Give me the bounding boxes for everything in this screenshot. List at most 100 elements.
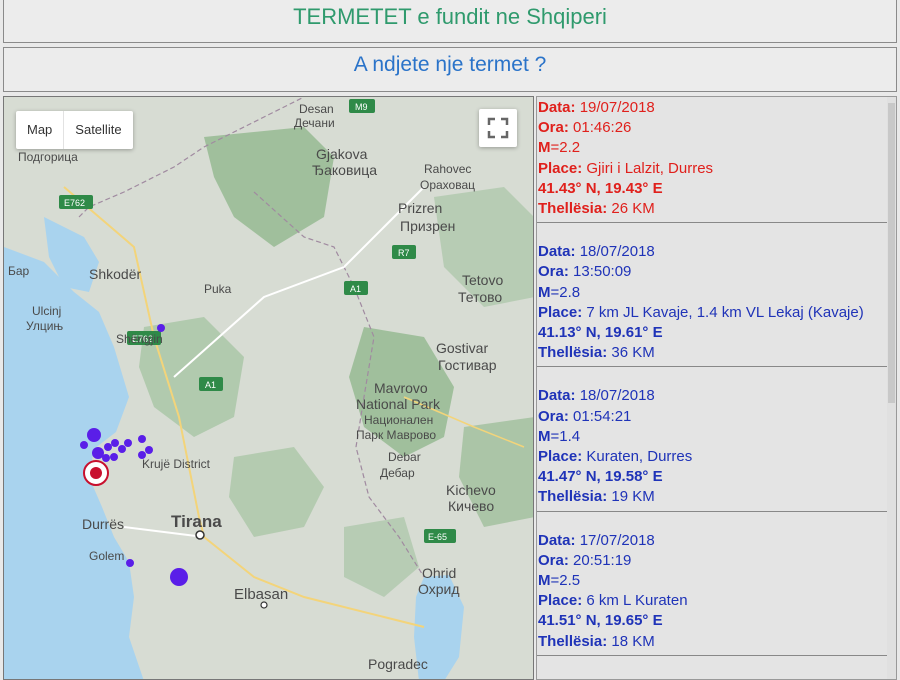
earthquake-map[interactable]: M9 E762 E762 R7 A1 A1 E-65 Desan Дечани … (3, 96, 534, 680)
earthquake-marker[interactable] (102, 454, 110, 462)
map-label: Gostivar (436, 340, 488, 356)
earthquake-list[interactable]: Data: 19/07/2018 Ora: 01:46:26 M=2.2 Place:… (536, 96, 897, 680)
road-shield-e762: E762 (59, 195, 93, 209)
earthquake-marker[interactable] (138, 451, 146, 459)
map-canvas[interactable]: M9 E762 E762 R7 A1 A1 E-65 Desan Дечани … (4, 97, 534, 680)
date-value: 18/07/2018 (579, 387, 655, 405)
coordinates: 41.51° N, 19.65° E (538, 612, 663, 630)
earthquake-marker[interactable] (170, 568, 188, 586)
map-label: Shkodër (89, 266, 141, 282)
earthquake-marker[interactable] (111, 439, 119, 447)
map-label: Kichevo (446, 482, 496, 498)
place-value: 6 km L Kuraten (586, 592, 688, 610)
depth-label: Thellësia: (538, 344, 608, 362)
map-label: Бар (8, 264, 30, 278)
map-label: Pogradec (368, 656, 428, 672)
earthquake-entry[interactable]: Data: 19/07/2018 Ora: 01:46:26 M=2.2 Place:… (537, 97, 896, 224)
fullscreen-button[interactable] (479, 109, 517, 147)
time-label: Ora: (538, 263, 569, 281)
depth-label: Thellësia: (538, 200, 608, 218)
date-label: Data: (538, 387, 576, 405)
map-label: Кичево (448, 498, 494, 514)
magnitude-label: M (538, 572, 551, 590)
map-label: Охрид (418, 581, 460, 597)
earthquake-marker[interactable] (87, 428, 101, 442)
map-label: Tetovo (462, 272, 503, 288)
earthquake-entry[interactable]: Data: 17/07/2018 Ora: 20:51:19 M=2.5 Place:… (537, 530, 896, 656)
coordinates: 41.47° N, 19.58° E (538, 468, 663, 486)
map-label: Парк Маврово (356, 428, 436, 442)
map-label: Durrës (82, 516, 124, 532)
earthquake-entry[interactable]: Data: 18/07/2018 Ora: 13:50:09 M=2.8 Place:… (537, 241, 896, 368)
magnitude-label: M (538, 139, 551, 157)
latest-earthquake-marker[interactable] (83, 460, 109, 486)
date-label: Data: (538, 243, 576, 261)
map-label: Desan (299, 102, 334, 116)
map-label: Rahovec (424, 162, 471, 176)
map-label: Призрен (400, 218, 455, 234)
svg-text:R7: R7 (398, 248, 410, 258)
map-type-satellite-button[interactable]: Satellite (64, 111, 132, 149)
road-shield-e65: E-65 (424, 529, 456, 543)
earthquake-marker[interactable] (124, 439, 132, 447)
earthquake-marker[interactable] (157, 324, 165, 332)
report-quake-bar[interactable]: A ndjete nje termet ? (3, 47, 897, 92)
report-quake-link[interactable]: A ndjete nje termet ? (4, 48, 896, 82)
map-label: Puka (204, 282, 232, 296)
date-value: 18/07/2018 (579, 243, 655, 261)
road-shield-a1: A1 (344, 281, 368, 295)
time-value: 13:50:09 (573, 263, 632, 281)
map-label: Дебар (380, 466, 415, 480)
date-label: Data: (538, 531, 576, 549)
map-type-toggle[interactable]: Map Satellite (16, 111, 133, 149)
coordinates: 41.13° N, 19.61° E (538, 324, 663, 342)
scrollbar[interactable] (887, 97, 896, 679)
earthquake-marker[interactable] (80, 441, 88, 449)
time-value: 01:54:21 (573, 407, 632, 425)
magnitude-label: M (538, 427, 551, 445)
svg-text:A1: A1 (205, 380, 216, 390)
earthquake-marker[interactable] (118, 445, 126, 453)
svg-text:M9: M9 (355, 102, 368, 112)
place-value: Kuraten, Durres (586, 448, 693, 466)
magnitude-label: M (538, 283, 551, 301)
map-label: Tirana (171, 512, 222, 531)
magnitude-value: =2.2 (550, 139, 581, 157)
place-value: 7 km JL Kavaje, 1.4 km VL Lekaj (Kavaje) (586, 303, 864, 321)
map-label: Golem (89, 549, 124, 563)
place-label: Place: (538, 303, 583, 321)
place-value: Gjiri i Lalzit, Durres (586, 159, 714, 177)
map-label: Gjakova (316, 146, 368, 162)
time-label: Ora: (538, 407, 569, 425)
scrollbar-thumb[interactable] (888, 103, 895, 403)
header-title-bar: TERMETET e fundit ne Shqiperi (3, 0, 897, 43)
date-value: 17/07/2018 (579, 531, 655, 549)
depth-label: Thellësia: (538, 488, 608, 506)
earthquake-marker[interactable] (104, 443, 112, 451)
map-label: Национален (364, 413, 433, 427)
time-value: 20:51:19 (573, 551, 632, 569)
place-label: Place: (538, 159, 583, 177)
earthquake-marker[interactable] (145, 446, 153, 454)
date-value: 19/07/2018 (579, 99, 655, 116)
map-label: National Park (356, 396, 441, 412)
earthquake-marker[interactable] (126, 559, 134, 567)
depth-value: 18 KM (611, 632, 655, 650)
magnitude-value: =1.4 (550, 427, 581, 445)
depth-value: 36 KM (611, 344, 655, 362)
magnitude-value: =2.5 (550, 572, 581, 590)
date-label: Data: (538, 99, 576, 116)
map-label: Ђаковица (312, 162, 377, 178)
map-label: Elbasan (234, 586, 288, 603)
page-title: TERMETET e fundit ne Shqiperi (293, 4, 607, 29)
map-label: Улцињ (26, 319, 63, 333)
earthquake-marker[interactable] (110, 453, 118, 461)
earthquake-marker[interactable] (138, 435, 146, 443)
svg-text:E-65: E-65 (428, 532, 447, 542)
svg-text:E762: E762 (64, 198, 85, 208)
map-label: Дечани (294, 116, 335, 130)
map-label: Shëngjin (116, 332, 163, 346)
earthquake-entry[interactable]: Data: 18/07/2018 Ora: 01:54:21 M=1.4 Place:… (537, 385, 896, 512)
map-label: Krujë District (142, 457, 211, 471)
map-type-map-button[interactable]: Map (16, 111, 65, 149)
